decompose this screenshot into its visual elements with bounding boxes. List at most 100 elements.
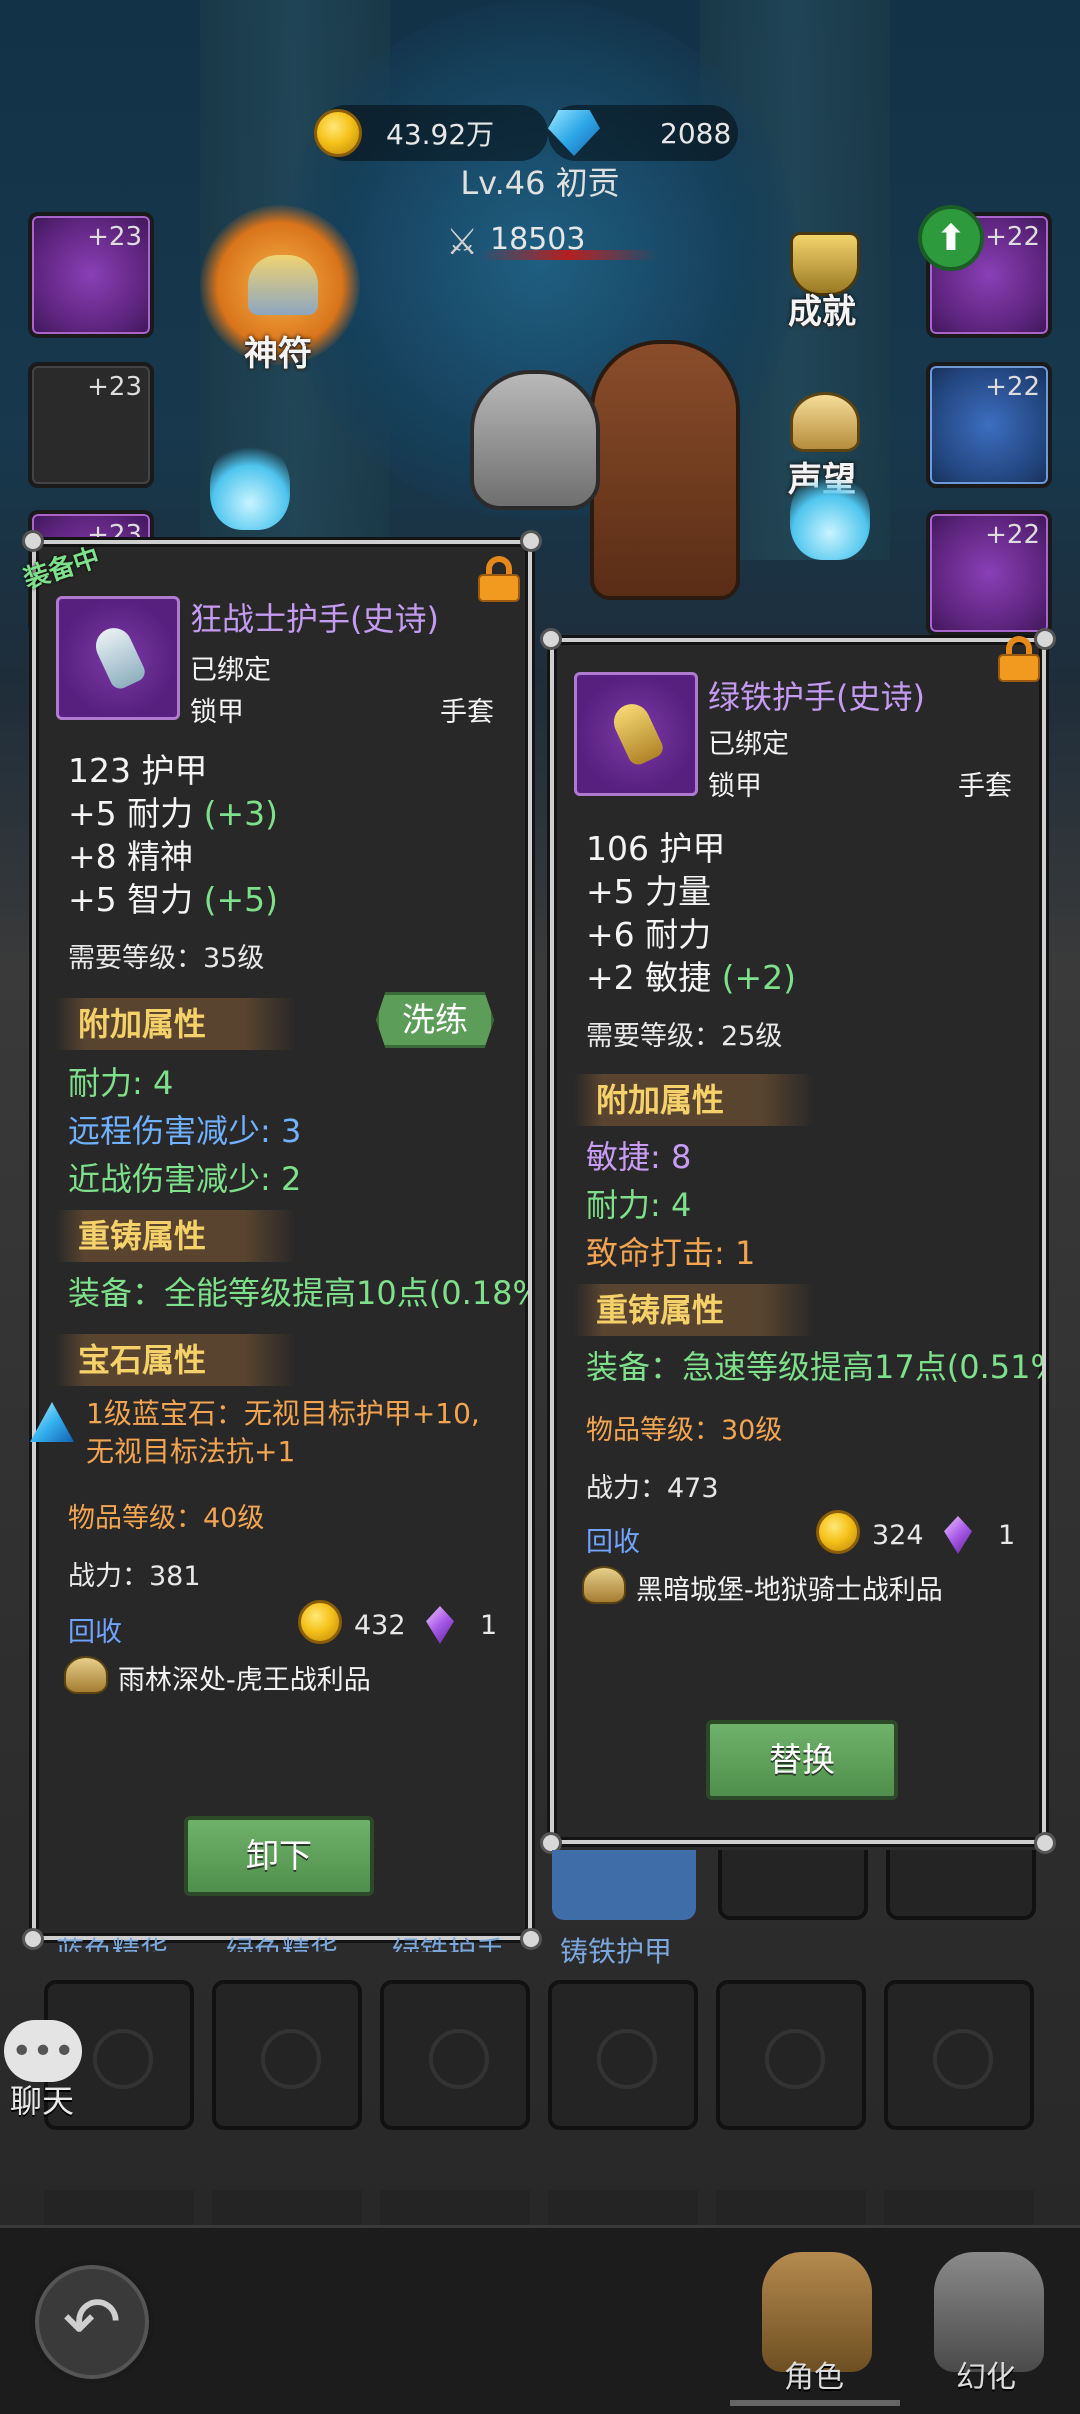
bag-row-partial [44,2190,1034,2225]
stat-line: +5 智力 (+5) [68,880,279,919]
slot-enhance-level: +22 [985,520,1040,550]
equip-slot-legs[interactable]: +22 [926,362,1052,488]
nav-active-underline [730,2400,900,2406]
bag-item-slot[interactable] [718,1850,868,1920]
purple-crystal-icon [426,1606,454,1644]
reforge-attr: 装备：全能等级提高10点(0.18%) [68,1274,528,1312]
blue-flame-right [790,470,870,560]
reforge-attributes-header: 重铸属性 [56,1210,296,1262]
extra-attributes-header: 附加属性 [56,998,296,1050]
extra-attributes-header: 附加属性 [574,1074,814,1126]
equip-slot-feet[interactable]: +22 [926,510,1052,636]
gem-amount: 2088 [660,116,732,150]
blue-flame-left [210,440,290,530]
horse-mount [590,340,740,600]
gem-counter: 2088 [548,105,738,161]
recycle-crystal: 1 [480,1610,498,1641]
replace-button[interactable]: 替换 [706,1720,898,1800]
rune-helmet-icon [248,255,318,315]
bag-slot[interactable] [884,1980,1034,2130]
item-icon [56,596,180,720]
compare-item-tooltip: 绿铁护手(史诗) 已绑定 锁甲 手套 106 护甲 +5 力量 +6 耐力 +2… [540,628,1056,1854]
bag-slot[interactable] [380,1980,530,2130]
slot-enhance-level: +23 [87,372,142,402]
blue-gem-icon [548,110,600,156]
unequip-button[interactable]: 卸下 [184,1816,374,1896]
item-name: 狂战士护手(史诗) [190,600,439,638]
wash-button[interactable]: 洗练 [376,992,494,1048]
purple-crystal-icon [944,1516,972,1554]
upgrade-arrow-icon[interactable]: ⬆ [918,205,984,271]
knight-character [470,370,600,510]
chat-label[interactable]: 聊天 [10,2076,74,2122]
gold-counter: 43.92万 [314,105,548,161]
panel-corner [520,1928,542,1950]
extra-attr: 近战伤害减少: 2 [68,1160,302,1198]
level-requirement: 需要等级：35级 [68,943,265,974]
bag-label: 绿色精华 [226,1935,339,1952]
reputation-shell-icon [790,392,860,452]
item-source: 黑暗城堡-地狱骑士战利品 [636,1575,943,1606]
stat-line: 106 护甲 [586,829,726,868]
slot-enhance-level: +23 [87,222,142,252]
loot-bag-icon [64,1656,108,1694]
blue-gem-icon [30,1402,74,1442]
panel-corner [520,530,542,552]
crossed-swords-icon: ⚔ [446,222,479,263]
stat-line: +8 精神 [68,837,194,876]
extra-attr: 敏捷: 8 [586,1138,692,1176]
panel-corner [22,1928,44,1950]
bag-slot[interactable] [716,1980,866,2130]
player-level: Lv.46 初贡 [460,164,620,202]
extra-attr: 耐力: 4 [586,1186,692,1224]
item-slot-type: 手套 [440,697,494,728]
equip-slot-helmet[interactable]: +23 [28,212,154,338]
equip-slot-necklace[interactable]: +23 [28,362,154,488]
bag-label: 铸铁护甲 [560,1935,673,1968]
item-level: 物品等级：30级 [586,1415,783,1446]
bottom-nav-bar [0,2225,1080,2414]
rune-label: 神符 [244,334,312,374]
panel-corner [1034,1832,1056,1854]
bag-item-highlight[interactable] [552,1850,696,1920]
gauntlet-icon [608,698,666,768]
recycle-crystal: 1 [998,1520,1016,1551]
stat-line: +6 耐力 [586,915,712,954]
gold-amount: 43.92万 [386,118,495,151]
combat-power: 18503 [490,222,586,257]
nav-character[interactable]: 角色 [784,2352,844,2396]
nav-transform[interactable]: 幻化 [956,2352,1016,2396]
item-bound: 已绑定 [708,729,789,760]
stat-line: +5 力量 [586,872,712,911]
item-combat-power: 战力：473 [586,1473,719,1504]
loot-bag-icon [582,1566,626,1604]
lock-icon[interactable] [478,556,520,602]
item-material: 锁甲 [708,771,762,802]
lock-icon[interactable] [998,636,1040,682]
item-name: 绿铁护手(史诗) [708,678,925,716]
extra-attr: 远程伤害减少: 3 [68,1112,302,1150]
recycle-gold: 432 [354,1610,406,1641]
back-button[interactable]: ↶ [30,2260,154,2384]
item-bound: 已绑定 [190,655,271,686]
recycle-gold: 324 [872,1520,924,1551]
stat-line: +5 耐力 (+3) [68,794,279,833]
bag-slot[interactable] [548,1980,698,2130]
bag-label: 绿铁护手 [392,1935,505,1952]
item-combat-power: 战力：381 [68,1561,201,1592]
chat-icon[interactable]: ••• [4,2020,82,2082]
bag-item-slot[interactable] [886,1850,1036,1920]
item-source: 雨林深处-虎王战利品 [118,1665,371,1696]
panel-corner [22,530,44,552]
slot-enhance-level: +22 [985,372,1040,402]
extra-attr: 致命打击: 1 [586,1234,756,1272]
extra-attr: 耐力: 4 [68,1064,174,1102]
recycle-label[interactable]: 回收 [68,1610,122,1649]
bag-slot[interactable] [212,1980,362,2130]
gold-coin-icon [816,1510,860,1554]
achievement-button[interactable]: 成就 [788,284,856,333]
gauntlet-icon [90,622,148,692]
item-level: 物品等级：40级 [68,1503,265,1534]
recycle-label[interactable]: 回收 [586,1520,640,1559]
reforge-attr: 装备：急速等级提高17点(0.51%) [586,1348,1042,1386]
